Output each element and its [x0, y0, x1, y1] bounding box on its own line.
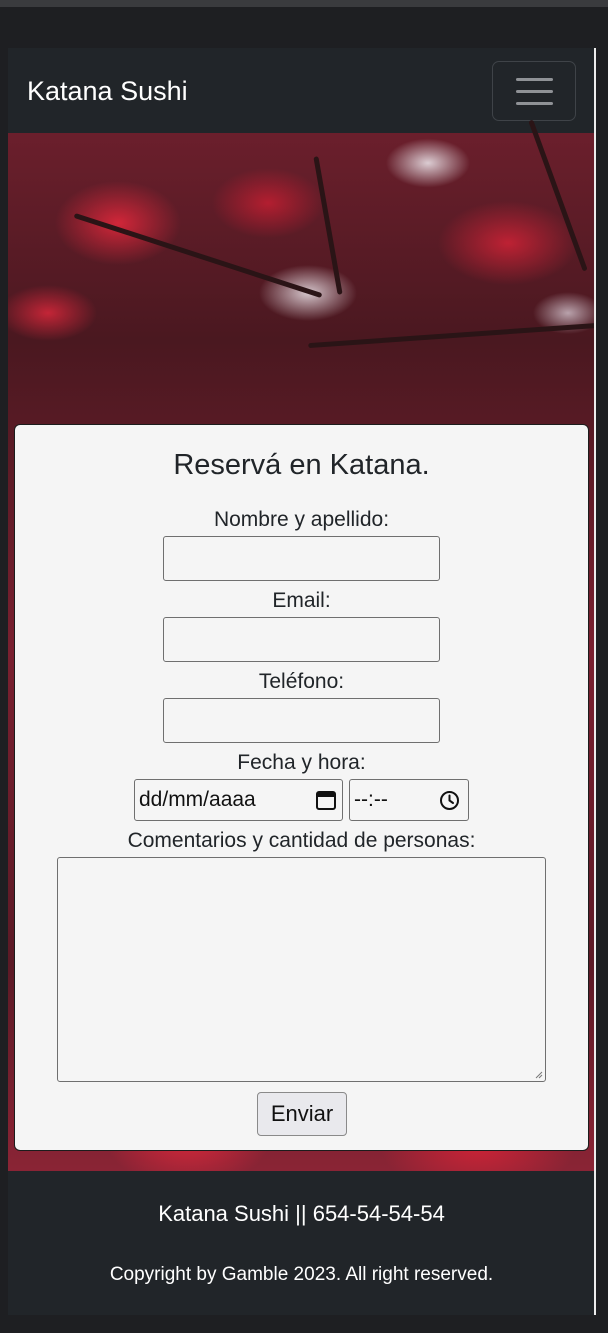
footer: Katana Sushi || 654-54-54-54 Copyright b…	[8, 1171, 595, 1315]
navbar-toggler-button[interactable]	[492, 61, 576, 121]
calendar-icon[interactable]	[315, 789, 337, 811]
branch-decoration	[528, 119, 588, 272]
branch-decoration	[313, 156, 343, 295]
navbar-brand[interactable]: Katana Sushi	[27, 74, 188, 108]
navbar: Katana Sushi	[8, 48, 595, 133]
page-viewport: Katana Sushi Reservá en Katana. Nombre y…	[8, 48, 595, 1315]
name-input[interactable]	[163, 536, 440, 581]
submit-button[interactable]: Enviar	[257, 1092, 347, 1136]
form-title: Reservá en Katana.	[173, 449, 430, 481]
reservation-form-card: Reservá en Katana. Nombre y apellido: Em…	[14, 424, 589, 1151]
footer-contact: Katana Sushi || 654-54-54-54	[158, 1201, 445, 1226]
phone-input[interactable]	[163, 698, 440, 743]
hero-background-image: Reservá en Katana. Nombre y apellido: Em…	[8, 119, 595, 1171]
branch-decoration	[73, 212, 323, 299]
browser-top-edge	[0, 0, 608, 7]
date-input[interactable]: dd/mm/aaaa	[134, 779, 343, 821]
phone-label: Teléfono:	[258, 670, 345, 693]
branch-decoration	[308, 322, 595, 349]
name-label: Nombre y apellido:	[213, 508, 390, 531]
date-input-placeholder: dd/mm/aaaa	[139, 788, 256, 811]
resize-grip-icon[interactable]	[535, 1071, 543, 1079]
datetime-label: Fecha y hora:	[237, 751, 366, 774]
hamburger-menu-icon	[516, 78, 553, 81]
email-input[interactable]	[163, 617, 440, 662]
email-label: Email:	[272, 589, 331, 612]
time-input[interactable]: --:--	[349, 779, 469, 821]
comments-textarea[interactable]	[57, 857, 546, 1082]
viewport-edge	[594, 48, 596, 1315]
hamburger-menu-icon-bar	[516, 102, 553, 105]
time-input-placeholder: --:--	[354, 788, 388, 811]
hamburger-menu-icon-bar	[516, 90, 553, 93]
clock-icon[interactable]	[439, 790, 460, 811]
comments-label: Comentarios y cantidad de personas:	[127, 829, 476, 852]
footer-copyright: Copyright by Gamble 2023. All right rese…	[109, 1264, 494, 1285]
